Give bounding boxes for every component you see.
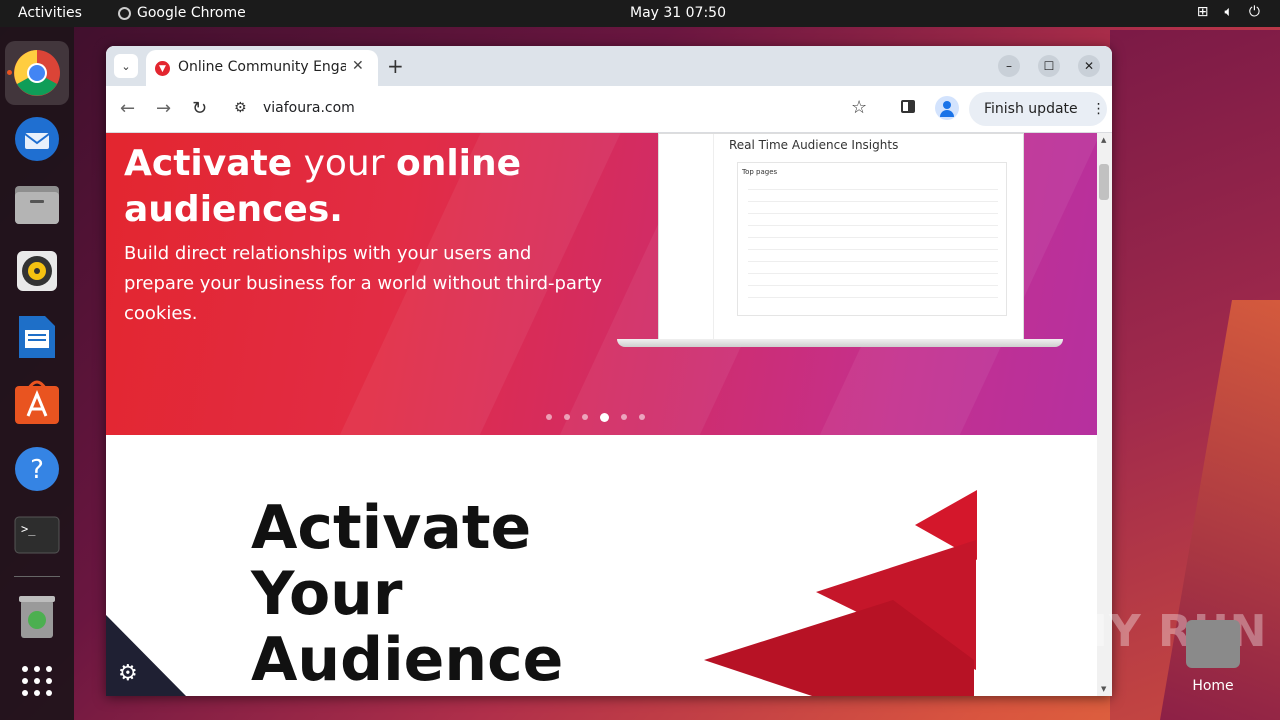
bookmark-star-icon[interactable]: ☆ [851,97,867,118]
dock: ? >_ [0,27,74,720]
dock-separator [14,576,60,577]
scrollbar-thumb[interactable] [1099,164,1109,200]
toolbar: ← → ↻ ⚙ viafoura.com ☆ Finish update ⋮ [106,86,1112,133]
carousel-dot[interactable] [639,414,645,420]
tab-strip: ⌄ ▼ Online Community Engagement ✕ + – ☐ … [106,46,1112,86]
finish-update-label: Finish update [984,101,1078,117]
dock-terminal[interactable]: >_ [5,503,69,567]
activate-section: Activate Your Audience ⚙ [106,435,1097,696]
activities-button[interactable]: Activities [18,5,82,21]
chrome-icon [14,50,60,96]
top-pages-label: Top pages [742,168,778,176]
dock-trash[interactable] [5,585,69,649]
carousel-dot-active[interactable] [600,413,609,422]
dock-rhythmbox[interactable] [5,239,69,303]
help-icon: ? [15,447,59,491]
top-bar: Activities Google Chrome May 31 07:50 ⊞ … [0,0,1280,27]
more-menu-icon: ⋮ [1091,101,1106,117]
table-row [748,273,998,274]
tab-active[interactable]: ▼ Online Community Engagement ✕ [146,50,378,86]
table-row [748,225,998,226]
terminal-icon: >_ [14,516,60,554]
dock-writer[interactable] [5,305,69,369]
show-apps-icon [22,666,52,696]
table-row [748,297,998,298]
carousel-dots [546,413,645,422]
scroll-up-icon[interactable]: ▲ [1101,136,1106,144]
desktop-home-folder[interactable]: Home [1184,618,1242,704]
chevron-down-icon: ⌄ [121,59,131,73]
url-text: viafoura.com [263,100,355,116]
section-heading: Activate Your Audience [251,493,564,695]
table-row [748,261,998,262]
profile-avatar[interactable] [935,96,959,120]
carousel-dot[interactable] [582,414,588,420]
dock-chrome[interactable] [5,41,69,105]
running-indicator [7,70,12,75]
chrome-small-icon [118,6,131,20]
dashboard-preview: Real Time Audience Insights Top pages [658,133,1024,341]
clock[interactable]: May 31 07:50 [630,5,726,21]
reload-button[interactable]: ↻ [192,98,207,119]
network-icon: ⊞ [1196,4,1209,20]
minimize-icon: – [1006,59,1012,73]
home-folder-icon [1186,620,1240,668]
dock-help[interactable]: ? [5,437,69,501]
table-row [748,213,998,214]
rhythmbox-icon [17,251,57,291]
power-icon: ⏻ [1248,4,1260,20]
top-pages-card: Top pages [737,162,1007,316]
dashboard-title: Real Time Audience Insights [729,138,899,152]
gear-icon[interactable]: ⚙ [118,661,138,686]
tab-search-button[interactable]: ⌄ [114,54,138,78]
maximize-icon: ☐ [1043,59,1055,73]
hero-banner: Activate your online audiences. Build dir… [106,133,1097,435]
close-icon: ✕ [1083,59,1095,73]
svg-text:>_: >_ [21,522,36,536]
table-row [748,285,998,286]
new-tab-button[interactable]: + [387,54,404,78]
table-row [748,237,998,238]
home-label: Home [1192,678,1234,694]
minimize-button[interactable]: – [998,55,1020,77]
hero-heading: Activate your online audiences. [124,143,522,230]
hero-subtext: Build direct relationships with your use… [124,243,603,324]
table-row [748,201,998,202]
carousel-dot[interactable] [564,414,570,420]
writer-icon [19,316,55,358]
finish-update-button[interactable]: Finish update ⋮ [969,92,1107,126]
volume-icon: 🔈︎ [1224,4,1233,20]
thunderbird-icon [15,117,59,161]
dock-files[interactable] [5,173,69,237]
table-row [748,249,998,250]
web-page: Activate your online audiences. Build dir… [106,133,1097,696]
dock-show-apps[interactable] [5,649,69,713]
carousel-dot[interactable] [546,414,552,420]
app-name: Google Chrome [137,5,246,21]
viafoura-favicon-icon: ▼ [155,61,170,76]
laptop-base [617,339,1063,347]
dashboard-sidebar [659,134,714,340]
app-menu[interactable]: Google Chrome [118,5,246,21]
trash-icon [19,596,55,638]
files-icon [15,186,59,224]
address-bar[interactable]: ⚙ viafoura.com [224,93,884,125]
close-tab-icon[interactable]: ✕ [352,58,364,74]
scroll-down-icon[interactable]: ▼ [1101,685,1106,693]
browser-window: ⌄ ▼ Online Community Engagement ✕ + – ☐ … [106,46,1112,696]
site-info-icon[interactable]: ⚙ [234,100,247,116]
maximize-button[interactable]: ☐ [1038,55,1060,77]
side-panel-icon[interactable] [901,100,915,113]
back-button[interactable]: ← [120,98,135,119]
app-center-icon [15,380,59,424]
tab-title: Online Community Engagement [178,59,346,75]
table-row [748,189,998,190]
close-window-button[interactable]: ✕ [1078,55,1100,77]
carousel-dot[interactable] [621,414,627,420]
svg-text:?: ? [30,455,44,485]
dock-thunderbird[interactable] [5,107,69,171]
forward-button[interactable]: → [156,98,171,119]
dock-app-center[interactable] [5,371,69,435]
system-menu[interactable]: ⊞ 🔈︎ ⏻ [1197,4,1260,20]
